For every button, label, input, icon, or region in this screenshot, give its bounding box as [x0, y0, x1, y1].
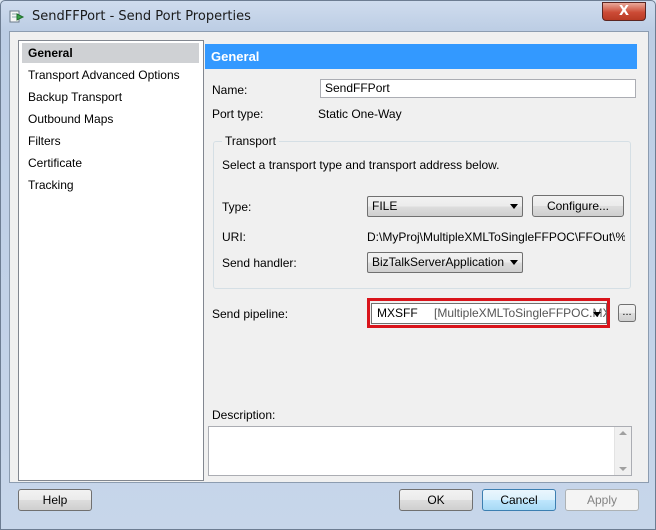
transport-instruction: Select a transport type and transport ad… — [222, 158, 500, 172]
properties-dialog: SendFFPort - Send Port Properties X Gene… — [0, 0, 656, 530]
port-type-label: Port type: — [212, 107, 264, 121]
nav-item-general[interactable]: General — [22, 43, 199, 63]
uri-label: URI: — [222, 230, 246, 244]
nav-item-backup-transport[interactable]: Backup Transport — [22, 87, 199, 107]
panel-header: General — [205, 44, 637, 69]
scroll-down-icon[interactable] — [619, 467, 627, 471]
description-scrollbar[interactable] — [614, 427, 631, 475]
scroll-up-icon[interactable] — [619, 431, 627, 435]
send-handler-select[interactable]: BizTalkServerApplication — [367, 252, 523, 273]
help-button[interactable]: Help — [18, 489, 92, 511]
apply-button[interactable]: Apply — [565, 489, 639, 511]
dialog-body: General Transport Advanced Options Backu… — [9, 31, 649, 483]
window-title: SendFFPort - Send Port Properties — [32, 9, 251, 24]
transport-legend: Transport — [222, 134, 279, 148]
transport-type-select[interactable]: FILE — [367, 196, 523, 217]
nav-item-certificate[interactable]: Certificate — [22, 153, 199, 173]
send-port-icon — [9, 8, 25, 24]
type-label: Type: — [222, 200, 252, 214]
pipeline-highlight-box — [367, 298, 610, 328]
chevron-down-icon — [510, 204, 518, 209]
transport-group: Transport Select a transport type and tr… — [213, 134, 631, 289]
nav-item-tracking[interactable]: Tracking — [22, 175, 199, 195]
nav-item-outbound-maps[interactable]: Outbound Maps — [22, 109, 199, 129]
nav-item-transport-advanced-options[interactable]: Transport Advanced Options — [22, 65, 199, 85]
name-input[interactable]: SendFFPort — [320, 79, 636, 98]
close-button[interactable]: X — [602, 2, 646, 21]
port-type-value: Static One-Way — [318, 107, 402, 121]
description-input[interactable] — [208, 426, 632, 476]
configure-button[interactable]: Configure... — [532, 195, 624, 217]
send-handler-label: Send handler: — [222, 256, 297, 270]
title-bar[interactable]: SendFFPort - Send Port Properties X — [1, 1, 655, 31]
ok-button[interactable]: OK — [399, 489, 473, 511]
uri-value: D:\MyProj\MultipleXMLToSingleFFPOC\FFOut… — [367, 230, 625, 244]
pipeline-browse-button[interactable]: ... — [618, 304, 636, 322]
nav-item-filters[interactable]: Filters — [22, 131, 199, 151]
chevron-down-icon — [510, 260, 518, 265]
general-panel: General Name: SendFFPort Port type: Stat… — [205, 44, 637, 478]
transport-type-value: FILE — [372, 199, 398, 213]
send-pipeline-label: Send pipeline: — [212, 307, 289, 321]
dialog-footer: Help OK Cancel Apply — [1, 482, 655, 529]
cancel-button[interactable]: Cancel — [482, 489, 556, 511]
navigation-list: General Transport Advanced Options Backu… — [18, 40, 204, 481]
name-label: Name: — [212, 83, 248, 97]
send-handler-value: BizTalkServerApplication — [372, 255, 505, 269]
description-label: Description: — [212, 408, 276, 422]
